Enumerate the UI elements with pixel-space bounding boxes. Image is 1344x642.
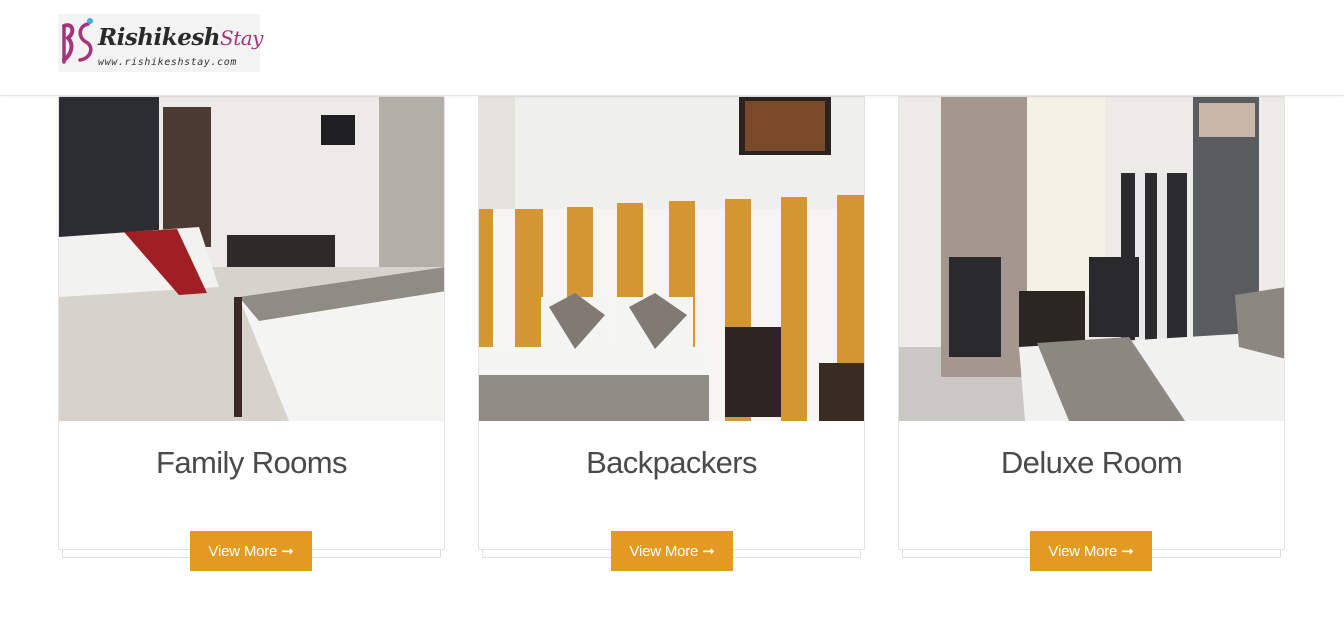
room-title: Family Rooms bbox=[156, 445, 347, 480]
arrow-right-icon: ➞ bbox=[702, 542, 715, 560]
card-body: Family Rooms bbox=[58, 96, 445, 550]
room-title: Deluxe Room bbox=[1000, 445, 1183, 480]
arrow-right-icon: ➞ bbox=[281, 542, 294, 560]
room-card-deluxe: Deluxe Room bbox=[898, 96, 1285, 558]
card-body: Backpackers bbox=[478, 96, 865, 550]
view-more-button-backpackers[interactable]: View More ➞ bbox=[611, 531, 733, 571]
view-more-button-family[interactable]: View More ➞ bbox=[190, 531, 312, 571]
room-card-backpackers: Backpackers bbox=[478, 96, 865, 558]
site-logo[interactable]: RishikeshStay www.rishikeshstay.com bbox=[58, 14, 263, 72]
button-label: View More bbox=[208, 542, 278, 560]
arrow-right-icon: ➞ bbox=[1121, 542, 1134, 560]
button-label: View More bbox=[1048, 542, 1118, 560]
room-photo-backpackers[interactable] bbox=[479, 97, 864, 421]
room-title: Backpackers bbox=[586, 445, 757, 480]
logo-text: RishikeshStay bbox=[98, 24, 263, 51]
site-header: RishikeshStay www.rishikeshstay.com bbox=[0, 0, 1344, 96]
room-photo-deluxe[interactable] bbox=[899, 97, 1284, 421]
room-card-family: Family Rooms bbox=[58, 96, 445, 558]
rs-monogram-icon bbox=[62, 18, 93, 64]
button-label: View More bbox=[629, 542, 699, 560]
logo-url: www.rishikeshstay.com bbox=[98, 57, 238, 68]
view-more-button-deluxe[interactable]: View More ➞ bbox=[1030, 531, 1152, 571]
card-body: Deluxe Room bbox=[898, 96, 1285, 550]
room-photo-family[interactable] bbox=[59, 97, 444, 421]
